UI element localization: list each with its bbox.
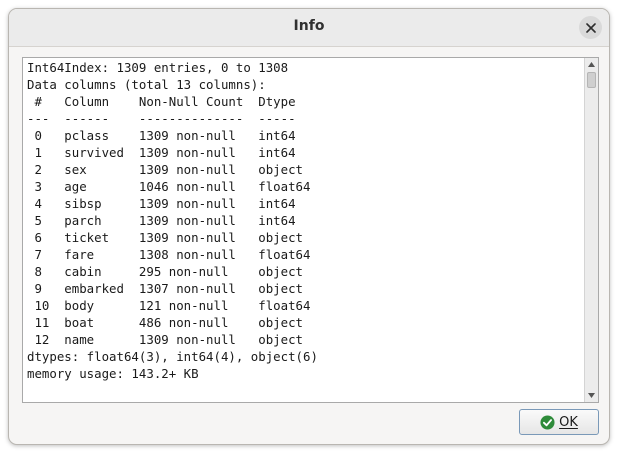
ok-button-label: OK <box>559 414 578 430</box>
scroll-up-button[interactable] <box>585 58 598 71</box>
info-line: Int64Index: 1309 entries, 0 to 1308 <box>27 60 289 75</box>
ok-button[interactable]: OK <box>519 409 599 435</box>
scroll-down-arrow-icon <box>588 393 595 398</box>
info-line: Data columns (total 13 columns): <box>27 77 266 92</box>
info-text: Int64Index: 1309 entries, 0 to 1308 Data… <box>27 59 318 382</box>
scroll-down-button[interactable] <box>585 389 598 402</box>
scrollbar-thumb[interactable] <box>587 72 596 88</box>
info-line: 12 name 1309 non-null object <box>27 332 304 347</box>
vertical-scrollbar[interactable] <box>584 58 598 402</box>
check-circle-icon <box>540 414 555 430</box>
close-icon <box>585 22 596 33</box>
info-line: 9 embarked 1307 non-null object <box>27 281 304 296</box>
info-line: 4 sibsp 1309 non-null int64 <box>27 196 296 211</box>
info-line: 1 survived 1309 non-null int64 <box>27 145 296 160</box>
scroll-up-arrow-icon <box>588 62 595 67</box>
info-line: 6 ticket 1309 non-null object <box>27 230 304 245</box>
info-line: --- ------ -------------- ----- <box>27 111 296 126</box>
info-line: 2 sex 1309 non-null object <box>27 162 304 177</box>
dialog-title: Info <box>293 18 325 34</box>
info-line: 8 cabin 295 non-null object <box>27 264 304 279</box>
title-bar: Info <box>9 9 609 47</box>
info-line: 10 body 121 non-null float64 <box>27 298 311 313</box>
info-line: 11 boat 486 non-null object <box>27 315 304 330</box>
info-line: dtypes: float64(3), int64(4), object(6) <box>27 349 318 364</box>
info-line: 5 parch 1309 non-null int64 <box>27 213 296 228</box>
info-text-area[interactable]: Int64Index: 1309 entries, 0 to 1308 Data… <box>22 57 599 403</box>
info-line: memory usage: 143.2+ KB <box>27 366 199 381</box>
info-dialog: Info Int64Index: 1309 entries, 0 to 1308… <box>8 8 610 445</box>
close-button[interactable] <box>579 16 602 39</box>
info-line: 3 age 1046 non-null float64 <box>27 179 311 194</box>
info-line: 7 fare 1308 non-null float64 <box>27 247 311 262</box>
info-line: 0 pclass 1309 non-null int64 <box>27 128 296 143</box>
info-line: # Column Non-Null Count Dtype <box>27 94 296 109</box>
